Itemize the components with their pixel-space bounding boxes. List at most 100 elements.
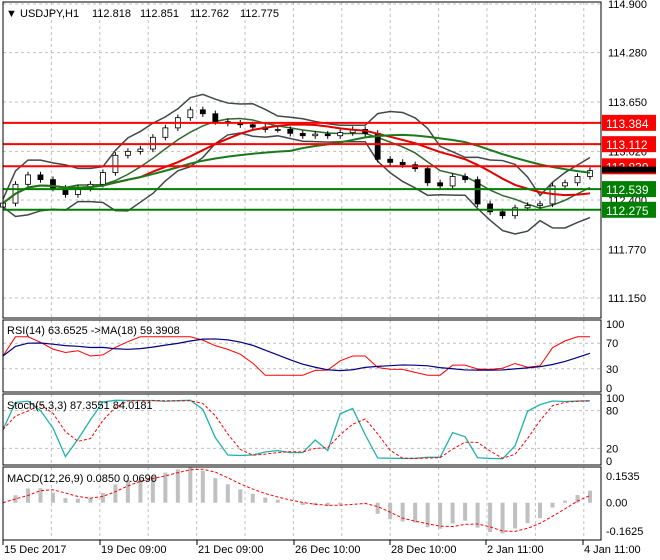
macd-histogram-bar [238,489,243,503]
candle-body [199,109,206,115]
rsi-panel [2,336,591,376]
candle-body [100,172,106,185]
ohlc-close: 112.775 [240,8,279,20]
candle-body [25,174,31,185]
candle-body [574,176,581,184]
macd-histogram-bar [263,497,268,503]
chart-canvas[interactable]: 15 Dec 2017 19 Dec 09:00 21 Dec 09:00 26 De… [0,0,660,560]
stoch-tick-label: 100 [606,393,624,405]
candle-body [299,132,306,137]
macd-histogram-bar [438,502,443,529]
bollinger-upper [2,93,591,200]
macd-histogram-bar [550,502,555,508]
ohlc-low: 112.762 [190,8,229,20]
rsi-tick-label: 70 [606,338,618,350]
macd-histogram-bar [513,502,518,529]
x-label: 19 Dec 09:00 [101,544,166,556]
stoch-label: Stoch(5,3,3) 87.3551 84.0181 [7,400,153,412]
level-price-label: 113.384 [606,117,649,131]
macd-histogram-bar [200,470,205,503]
level-price-label: 113.112 [606,138,648,152]
macd-histogram-bar [413,502,418,523]
price-panel [0,93,601,235]
macd-histogram-bar [375,502,380,514]
macd-tick-label: -0.1625 [606,526,643,538]
grid [2,2,601,540]
candle-body [249,124,256,128]
macd-histogram-bar [525,502,530,524]
candle-body [387,158,394,163]
candle-body [137,148,144,152]
macd-histogram-bar [63,498,68,503]
rsi-label: RSI(14) 63.6525 ->MA(18) 59.3908 [7,325,180,337]
candle-body [124,150,131,156]
macd-histogram-bar [175,469,180,503]
chart-title-arrow-icon[interactable]: ▼ [6,8,17,20]
candle-body [424,168,431,184]
candle-body [149,136,156,150]
ohlc-high: 112.851 [140,8,179,20]
ohlc-open: 112.818 [92,8,131,20]
level-price-label: 112.539 [606,183,649,197]
macd-histogram-bar [250,493,255,503]
macd-histogram-bar [338,502,343,505]
macd-histogram-bar [500,502,505,534]
candle-body [162,127,169,138]
macd-histogram-bar [563,500,568,503]
candle-body [287,129,294,134]
main-frame [2,1,602,319]
candle-body [437,182,444,187]
rsi-tick-label: 100 [606,319,624,331]
candle-body [537,203,543,206]
macd-tick-label: 0.00 [606,498,627,510]
candle-body [187,109,194,119]
macd-histogram-bar [75,498,80,503]
candle-body [499,211,506,217]
x-label: 4 Jan 11:00 [584,544,641,556]
y-tick-label: 114.900 [608,0,647,11]
macd-histogram-bar [163,472,168,503]
bollinger-lower [2,132,591,235]
candle-body [324,133,331,137]
y-tick-label: 114.280 [608,48,647,60]
macd-tick-label: 0.1535 [606,471,640,483]
x-label: 15 Dec 2017 [4,544,66,556]
symbol-label: USDJPY,H1 [20,8,79,20]
macd-histogram-bar [538,502,543,519]
stoch-tick-label: 20 [606,443,618,455]
bollinger-middle [2,117,591,209]
x-label: 26 Dec 10:00 [295,544,360,556]
macd-histogram-bar [300,502,305,505]
candle-body [337,132,344,137]
y-tick-label: 111.150 [608,293,646,305]
macd-histogram-bar [50,492,55,503]
macd-histogram-bar [275,499,280,503]
rsi-tick-label: 30 [606,364,618,376]
y-tick-label: 111.770 [608,244,646,256]
candle-body [274,129,281,131]
current-price-tag [602,166,656,173]
macd-histogram-bar [450,502,455,524]
candle-body [212,113,219,123]
macd-histogram-bar [113,484,118,503]
candle-body [524,205,531,209]
chart-window[interactable]: 15 Dec 2017 19 Dec 09:00 21 Dec 09:00 26 De… [0,0,660,560]
candle-body [399,161,406,166]
macd-histogram-bar [463,502,468,521]
candle-body [37,174,44,181]
candle-body [562,182,568,187]
moving-average-red [2,123,591,204]
macd-histogram-bar [225,484,230,503]
y-tick-label: 113.650 [608,97,647,109]
macd-histogram-bar [100,492,105,503]
stoch-tick-label: 0 [606,456,612,468]
candle-body [462,176,469,181]
candle-body [474,179,481,205]
candle-body [449,176,456,187]
level-price-label: 112.275 [606,204,649,218]
macd-histogram-bar [588,490,592,503]
macd-histogram-bar [213,478,218,503]
macd-label: MACD(12,26,9) 0.0850 0.0690 [7,473,157,485]
x-label: 2 Jan 11:00 [487,544,544,556]
candle-body [112,154,119,173]
